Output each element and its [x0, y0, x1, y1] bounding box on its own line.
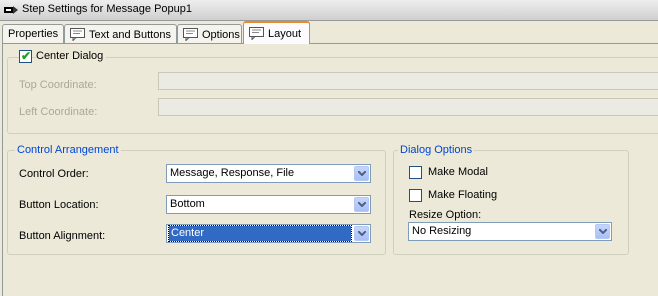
- control-arrangement-title: Control Arrangement: [15, 144, 121, 156]
- tab-label: Text and Buttons: [89, 29, 171, 41]
- chevron-down-icon[interactable]: [354, 226, 369, 241]
- resize-option-dropdown[interactable]: No Resizing: [408, 222, 612, 241]
- app-icon: [3, 2, 19, 18]
- make-floating-label: Make Floating: [428, 189, 498, 201]
- make-modal-checkbox[interactable]: [409, 166, 422, 179]
- center-dialog-checkbox[interactable]: ✔: [19, 49, 32, 63]
- tab-label: Options: [202, 29, 240, 41]
- make-modal-label: Make Modal: [428, 166, 488, 178]
- button-location-value: Bottom: [170, 198, 205, 210]
- make-floating-checkbox[interactable]: [409, 189, 422, 202]
- control-order-dropdown[interactable]: Message, Response, File: [166, 164, 371, 183]
- chevron-down-icon[interactable]: [595, 224, 610, 239]
- resize-option-value: No Resizing: [412, 225, 472, 237]
- control-order-label: Control Order:: [19, 168, 89, 180]
- chevron-down-icon[interactable]: [354, 197, 369, 212]
- left-coordinate-label: Left Coordinate:: [19, 106, 98, 118]
- tab-text-and-buttons[interactable]: Text and Buttons: [64, 24, 177, 43]
- top-coordinate-label: Top Coordinate:: [19, 79, 97, 91]
- chevron-down-icon[interactable]: [354, 166, 369, 181]
- button-location-dropdown[interactable]: Bottom: [166, 195, 371, 214]
- button-alignment-label: Button Alignment:: [19, 230, 106, 242]
- message-icon: [249, 27, 264, 41]
- tab-label: Layout: [268, 28, 302, 40]
- message-icon: [70, 28, 85, 42]
- title-bar: Step Settings for Message Popup1: [0, 0, 658, 21]
- top-coordinate-input[interactable]: [158, 72, 658, 90]
- center-dialog-label: Center Dialog: [36, 50, 107, 62]
- tab-label: Properties: [8, 28, 59, 40]
- window-title: Step Settings for Message Popup1: [22, 3, 192, 15]
- message-icon: [183, 28, 198, 42]
- button-alignment-value: Center: [168, 225, 352, 242]
- position-group: [7, 57, 658, 134]
- dialog-options-title: Dialog Options: [398, 144, 475, 156]
- button-alignment-dropdown[interactable]: Center: [166, 224, 371, 243]
- tab-properties[interactable]: Properties: [2, 24, 64, 43]
- tab-options[interactable]: Options: [177, 24, 242, 43]
- left-coordinate-input[interactable]: [158, 98, 658, 116]
- check-mark-icon: ✔: [21, 49, 32, 63]
- tab-layout[interactable]: Layout: [243, 21, 310, 44]
- resize-option-label: Resize Option:: [409, 209, 482, 221]
- control-order-value: Message, Response, File: [170, 167, 295, 179]
- button-location-label: Button Location:: [19, 199, 99, 211]
